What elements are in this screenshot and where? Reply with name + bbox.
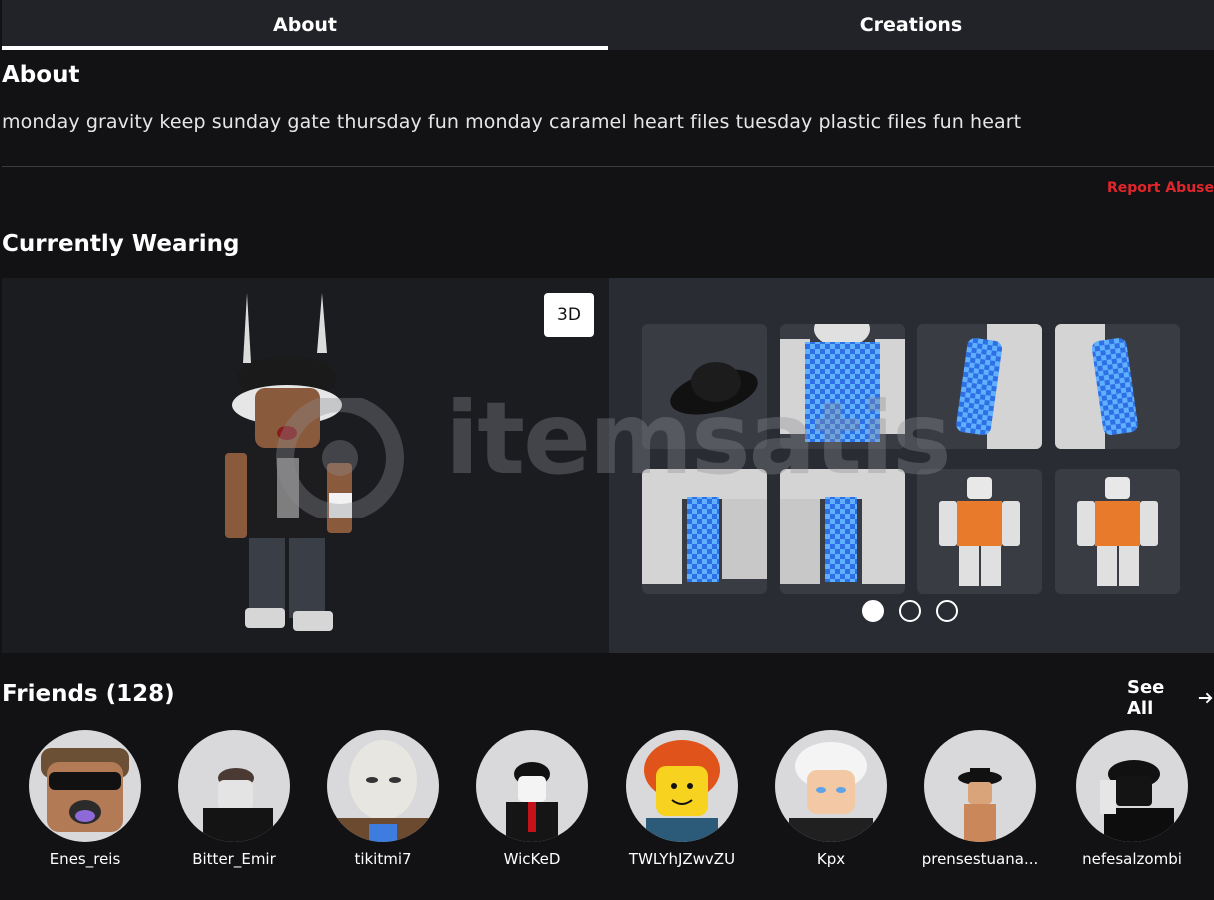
tab-creations[interactable]: Creations — [608, 0, 1214, 50]
checkered-shirt-item-icon[interactable] — [780, 324, 905, 449]
tab-about[interactable]: About — [2, 0, 608, 50]
friend-name: Enes_reis — [49, 850, 121, 868]
orange-outfit-back-item-icon[interactable] — [1055, 469, 1180, 594]
friend-card[interactable]: prensestuana... — [915, 730, 1045, 868]
about-description: monday gravity keep sunday gate thursday… — [2, 111, 1022, 133]
friend-card[interactable]: WicKeD — [467, 730, 597, 868]
friend-card[interactable]: nefesalzombi — [1067, 730, 1197, 868]
arrow-right-icon — [1198, 692, 1213, 704]
see-all-label: See All — [1127, 677, 1165, 719]
divider — [2, 166, 1214, 167]
friend-card[interactable]: Kpx — [766, 730, 896, 868]
currently-wearing-heading: Currently Wearing — [2, 231, 240, 257]
checkered-sleeve-item-icon[interactable] — [917, 324, 1042, 449]
page-dot-1[interactable] — [862, 600, 884, 622]
friend-card[interactable]: TWLYhJZwvZU — [617, 730, 747, 868]
avatar — [924, 730, 1036, 842]
avatar — [626, 730, 738, 842]
friend-card[interactable]: Bitter_Emir — [169, 730, 299, 868]
report-abuse-link[interactable]: Report Abuse — [1107, 180, 1214, 196]
page-dot-3[interactable] — [936, 600, 958, 622]
friend-name: TWLYhJZwvZU — [628, 850, 736, 868]
checkered-pants-right-item-icon[interactable] — [780, 469, 905, 594]
hat-item-icon[interactable] — [642, 324, 767, 449]
avatar-viewer[interactable]: 3D — [2, 278, 609, 653]
friend-name: WicKeD — [503, 850, 561, 868]
avatar-figure — [225, 293, 352, 631]
carousel-pagination — [862, 600, 958, 622]
avatar — [775, 730, 887, 842]
friend-name: prensestuana... — [921, 850, 1039, 868]
wearing-items-panel — [609, 278, 1214, 653]
toggle-3d-button[interactable]: 3D — [544, 293, 594, 337]
friend-name: tikitmi7 — [354, 850, 412, 868]
friends-heading: Friends (128) — [2, 681, 175, 707]
avatar — [476, 730, 588, 842]
friend-name: nefesalzombi — [1082, 850, 1182, 868]
see-all-friends-link[interactable]: See All — [1127, 677, 1214, 719]
friend-name: Kpx — [816, 850, 846, 868]
friend-card[interactable]: Enes_reis — [20, 730, 150, 868]
avatar — [178, 730, 290, 842]
orange-outfit-item-icon[interactable] — [917, 469, 1042, 594]
checkered-pants-left-item-icon[interactable] — [642, 469, 767, 594]
friend-card[interactable]: tikitmi7 — [318, 730, 448, 868]
page-dot-2[interactable] — [899, 600, 921, 622]
avatar — [29, 730, 141, 842]
profile-tabs: About Creations — [2, 0, 1214, 50]
about-heading: About — [2, 62, 80, 88]
checkered-sleeve-back-item-icon[interactable] — [1055, 324, 1180, 449]
avatar — [327, 730, 439, 842]
avatar — [1076, 730, 1188, 842]
friend-name: Bitter_Emir — [192, 850, 276, 868]
